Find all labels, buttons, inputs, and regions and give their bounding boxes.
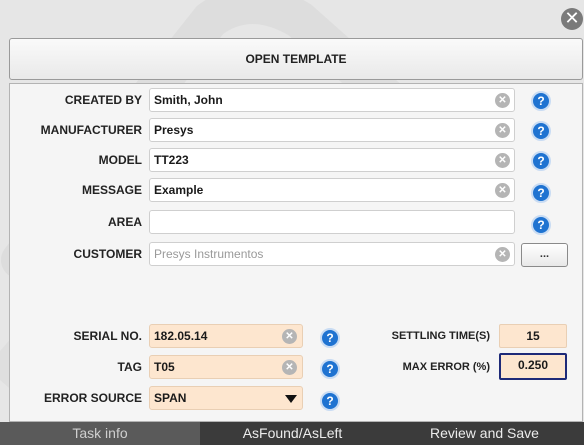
clear-icon[interactable]: ✕ bbox=[282, 360, 297, 375]
tag-label: TAG bbox=[117, 360, 142, 374]
created-by-label: CREATED BY bbox=[64, 93, 142, 107]
customer-more-button[interactable]: ... bbox=[521, 243, 568, 267]
clear-icon[interactable]: ✕ bbox=[282, 329, 297, 344]
customer-label: CUSTOMER bbox=[73, 247, 142, 261]
customer-field[interactable]: Presys Instrumentos bbox=[149, 242, 515, 266]
message-label: MESSAGE bbox=[81, 183, 142, 197]
tab-asfound-asleft[interactable]: AsFound/AsLeft bbox=[200, 422, 385, 445]
close-icon[interactable]: ✕ bbox=[561, 8, 583, 30]
max-error-label: MAX ERROR (%) bbox=[402, 361, 490, 373]
tag-field[interactable]: T05 bbox=[149, 355, 303, 379]
chevron-down-icon[interactable] bbox=[285, 395, 297, 403]
serial-label: SERIAL NO. bbox=[73, 329, 142, 343]
tab-review-and-save[interactable]: Review and Save bbox=[385, 422, 584, 445]
message-field[interactable]: Example bbox=[149, 178, 515, 202]
bottom-tab-bar: Task info AsFound/AsLeft Review and Save bbox=[0, 422, 584, 445]
settling-time-label: SETTLING TIME(S) bbox=[391, 330, 490, 342]
clear-icon[interactable]: ✕ bbox=[495, 183, 510, 198]
help-icon[interactable]: ? bbox=[531, 151, 551, 171]
help-icon[interactable]: ? bbox=[531, 215, 551, 235]
page-title: OPEN TEMPLATE bbox=[9, 38, 583, 80]
max-error-field[interactable]: 0.250 bbox=[499, 353, 567, 380]
area-label: AREA bbox=[107, 215, 142, 229]
model-field[interactable]: TT223 bbox=[149, 148, 515, 172]
created-by-field[interactable]: Smith, John bbox=[149, 88, 515, 112]
model-label: MODEL bbox=[98, 153, 142, 167]
error-source-select[interactable]: SPAN bbox=[149, 386, 303, 410]
error-source-label: ERROR SOURCE bbox=[43, 391, 142, 405]
clear-icon[interactable]: ✕ bbox=[495, 93, 510, 108]
area-field[interactable] bbox=[149, 210, 515, 234]
tab-task-info[interactable]: Task info bbox=[0, 422, 200, 445]
clear-icon[interactable]: ✕ bbox=[495, 123, 510, 138]
manufacturer-label: MANUFACTURER bbox=[40, 123, 142, 137]
clear-icon[interactable]: ✕ bbox=[495, 153, 510, 168]
help-icon[interactable]: ? bbox=[531, 121, 551, 141]
help-icon[interactable]: ? bbox=[531, 91, 551, 111]
help-icon[interactable]: ? bbox=[531, 183, 551, 203]
help-icon[interactable]: ? bbox=[320, 391, 340, 411]
settling-time-field[interactable]: 15 bbox=[499, 324, 567, 348]
clear-icon[interactable]: ✕ bbox=[495, 247, 510, 262]
help-icon[interactable]: ? bbox=[320, 359, 340, 379]
serial-field[interactable]: 182.05.14 bbox=[149, 324, 303, 348]
help-icon[interactable]: ? bbox=[320, 328, 340, 348]
manufacturer-field[interactable]: Presys bbox=[149, 118, 515, 142]
